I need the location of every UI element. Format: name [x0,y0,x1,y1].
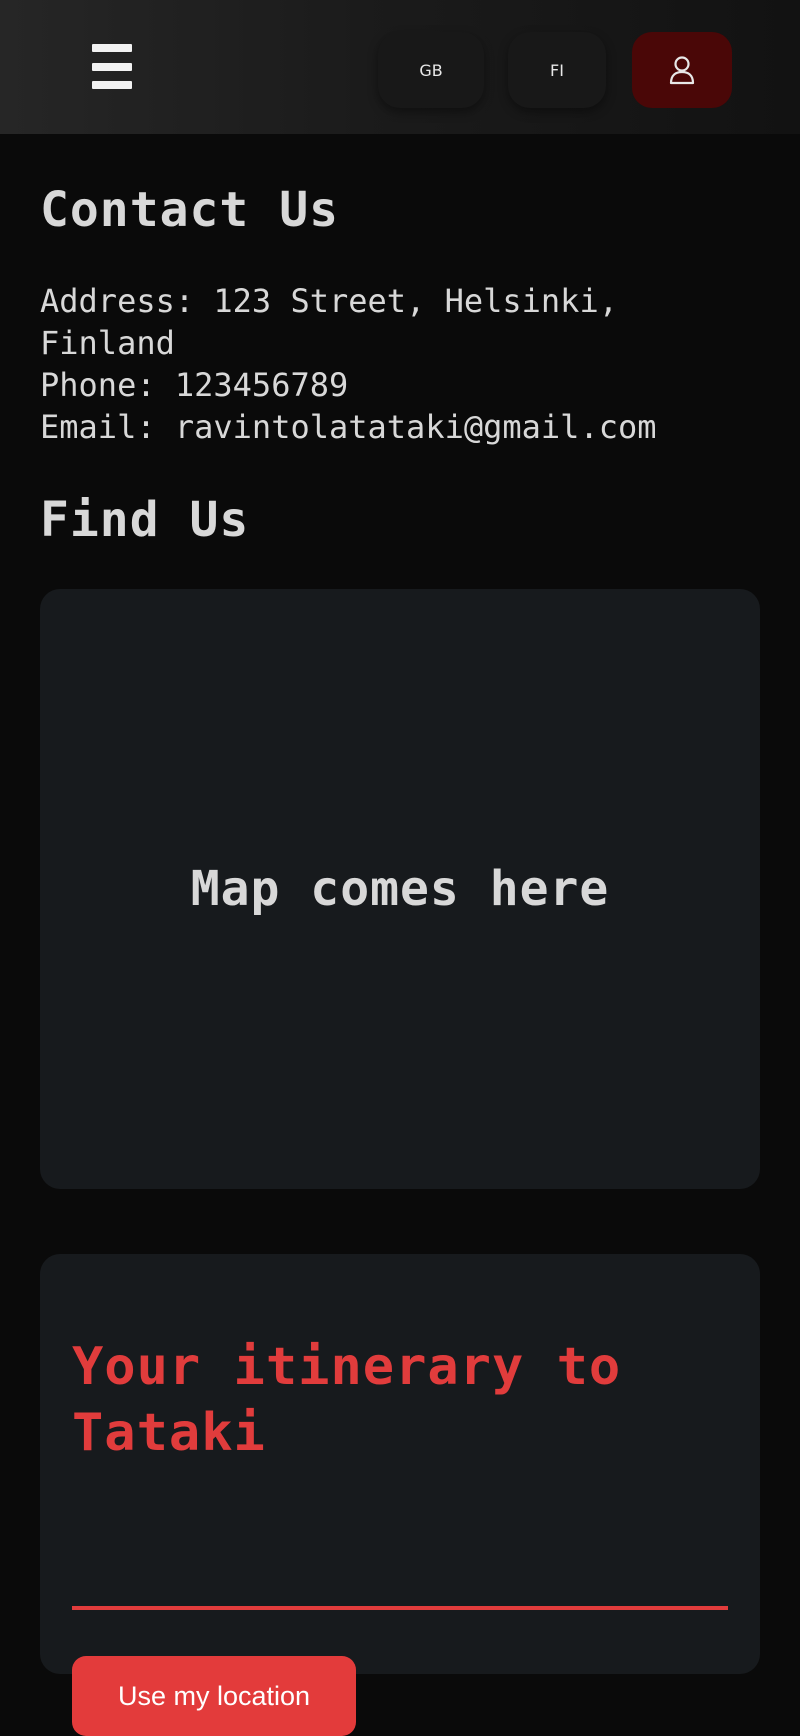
hamburger-menu-icon[interactable] [90,44,134,90]
contact-phone: Phone: 123456789 [40,366,349,404]
profile-button[interactable] [632,32,732,108]
find-us-title: Find Us [40,492,250,548]
menu-bar-bottom [92,81,132,89]
use-my-location-button[interactable]: Use my location [72,1656,356,1736]
language-button-gb[interactable]: GB [378,32,484,108]
map-placeholder: Map comes here [40,589,760,1189]
contact-title: Contact Us [40,182,339,238]
contact-details: Address: 123 Street, Helsinki, Finland P… [40,280,680,448]
itinerary-card: Your itinerary to Tataki Use my location [40,1254,760,1736]
itinerary-title: Your itinerary to Tataki [72,1337,622,1463]
language-button-fi[interactable]: FI [508,32,606,108]
contact-email: Email: ravintolatataki@gmail.com [40,408,657,446]
user-icon [669,56,695,85]
menu-bar-middle [92,63,132,71]
top-navigation-bar: GB FI [0,0,800,134]
contact-address: Address: 123 Street, Helsinki, Finland [40,282,618,362]
itinerary-divider [72,1606,728,1610]
menu-bar-top [92,44,132,52]
map-placeholder-text: Map comes here [190,861,610,917]
